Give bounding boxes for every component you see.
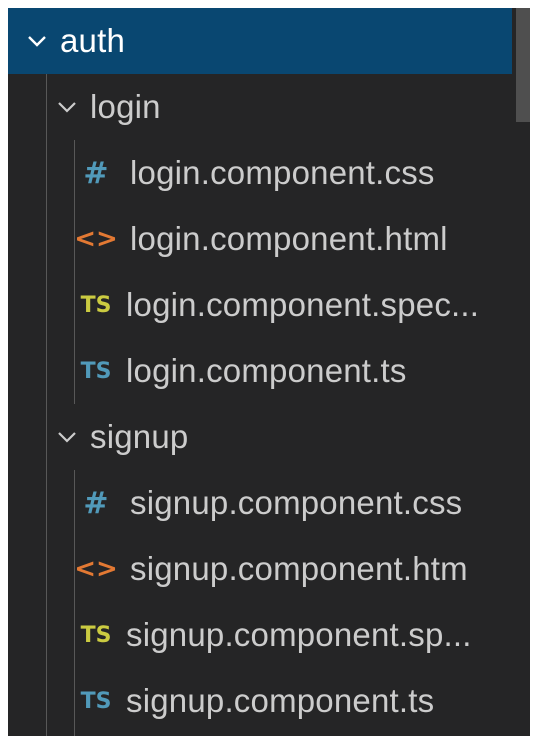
css-hash-icon: # — [83, 485, 109, 521]
file-label: login.component.html — [130, 220, 448, 257]
typescript-icon: TS — [80, 688, 112, 714]
file-label: signup.component.sp... — [126, 616, 472, 653]
file-explorer-tree: auth login # login.component.css <> logi… — [8, 8, 530, 736]
file-row[interactable]: TS signup.component.sp... — [8, 602, 512, 668]
file-row[interactable]: TS login.component.ts — [8, 338, 512, 404]
scrollbar-thumb[interactable] — [516, 8, 530, 122]
file-label: login.component.spec... — [126, 286, 480, 323]
file-row[interactable]: TS signup.component.ts — [8, 668, 512, 734]
typescript-spec-icon: TS — [80, 292, 112, 318]
chevron-down-icon — [22, 26, 52, 56]
folder-row-signup[interactable]: signup — [8, 404, 512, 470]
folder-label: login — [90, 88, 161, 125]
file-label: signup.component.ts — [126, 682, 435, 719]
folder-row-login[interactable]: login — [8, 74, 512, 140]
folder-label: signup — [90, 418, 189, 455]
file-label: login.component.ts — [126, 352, 407, 389]
file-row[interactable]: # signup.component.css — [8, 470, 512, 536]
file-label: signup.component.css — [130, 484, 463, 521]
chevron-down-icon — [52, 422, 82, 452]
file-label: login.component.css — [130, 154, 435, 191]
file-row[interactable]: <> signup.component.htm — [8, 536, 512, 602]
file-row[interactable]: <> login.component.html — [8, 206, 512, 272]
typescript-icon: TS — [80, 358, 112, 384]
file-label: signup.component.htm — [130, 550, 468, 587]
html-brackets-icon: <> — [74, 554, 118, 584]
folder-row-auth[interactable]: auth — [8, 8, 512, 74]
html-brackets-icon: <> — [74, 224, 118, 254]
css-hash-icon: # — [83, 155, 109, 191]
chevron-down-icon — [52, 92, 82, 122]
typescript-spec-icon: TS — [80, 622, 112, 648]
file-row[interactable]: # login.component.css — [8, 140, 512, 206]
file-row[interactable]: TS login.component.spec... — [8, 272, 512, 338]
folder-label: auth — [60, 22, 126, 59]
